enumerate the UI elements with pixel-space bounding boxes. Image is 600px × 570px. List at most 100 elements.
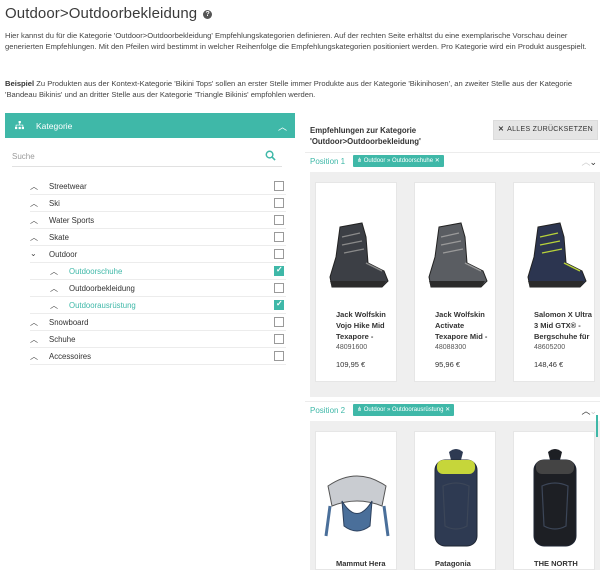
tree-item-checkbox[interactable] xyxy=(274,198,284,208)
scrollbar[interactable] xyxy=(596,415,598,437)
reset-label: ALLES ZURÜCKSETZEN xyxy=(507,126,594,133)
product-list: Jack Wolfskin Vojo Hike Mid Texapore - 48… xyxy=(310,172,600,397)
tree-item-label: Ski xyxy=(49,199,60,208)
sort-arrows[interactable]: ︿⌄ xyxy=(581,155,596,168)
chevron-up-icon[interactable]: ︿ xyxy=(30,215,38,226)
tree-item-label: Snowboard xyxy=(49,318,89,327)
product-card[interactable]: THE NORTH FACE xyxy=(513,431,595,570)
tree-item[interactable]: ︿ Snowboard xyxy=(30,314,286,331)
chevron-up-icon[interactable]: ︿ xyxy=(278,120,287,133)
product-card[interactable]: Mammut Hera Pro xyxy=(315,431,397,570)
tree-item-label: Outdoor xyxy=(49,250,78,259)
tree-item-label: Water Sports xyxy=(49,216,95,225)
chevron-up-icon[interactable]: ︿ xyxy=(50,266,58,277)
tree-item-label: Outdoorausrüstung xyxy=(69,301,136,310)
page-title: Outdoor>Outdoorbekleidung? xyxy=(5,5,213,22)
category-search[interactable]: Suche xyxy=(12,149,282,167)
sitemap-icon: ⋔ xyxy=(357,158,364,164)
position-bar: Position 2 ⋔ Outdoor » Outdoorausrüstung … xyxy=(305,401,600,419)
product-title: Mammut Hera Pro xyxy=(336,559,386,568)
chevron-up-icon[interactable]: ︿ xyxy=(50,300,58,311)
product-image[interactable] xyxy=(421,446,491,556)
product-image[interactable] xyxy=(520,197,590,307)
product-image[interactable] xyxy=(520,446,590,556)
chevron-up-icon[interactable]: ︿ xyxy=(30,181,38,192)
tree-item-checkbox[interactable] xyxy=(274,299,284,310)
tree-item[interactable]: ︿ Outdoorbekleidung xyxy=(30,280,286,297)
arrow-down-icon[interactable]: ⌄ xyxy=(589,157,596,167)
recommendations-title: Empfehlungen zur Kategorie 'Outdoor>Outd… xyxy=(310,126,421,146)
search-placeholder[interactable]: Suche xyxy=(12,152,35,161)
product-list: Mammut Hera Pro Patagonia Linked THE NORTH… xyxy=(310,421,600,570)
product-name: THE NORTH FACE xyxy=(534,558,594,570)
close-icon[interactable]: ✕ xyxy=(433,158,440,164)
position-label: Position 1 xyxy=(310,157,346,166)
chevron-up-icon[interactable]: ︿ xyxy=(30,232,38,243)
tree-item[interactable]: ︿ Schuhe xyxy=(30,331,286,348)
product-title: THE NORTH FACE xyxy=(534,559,578,568)
tree-item-label: Outdoorschuhe xyxy=(69,267,123,276)
reset-all-button[interactable]: ✕ ALLES ZURÜCKSETZEN xyxy=(493,120,598,140)
product-name: Jack Wolfskin Vojo Hike Mid Texapore - 48… xyxy=(336,309,396,353)
tree-item[interactable]: ︿ Water Sports xyxy=(30,212,286,229)
tree-item[interactable]: ︿ Outdoorschuhe xyxy=(30,263,286,280)
tree-item-checkbox[interactable] xyxy=(274,181,284,191)
product-price: 148,46 € xyxy=(534,360,564,369)
product-name: Jack Wolfskin Activate Texapore Mid - 480… xyxy=(435,309,495,353)
tree-item-checkbox[interactable] xyxy=(274,283,284,293)
search-icon[interactable] xyxy=(265,150,276,161)
product-sku: 48091600 xyxy=(336,344,368,351)
tree-item[interactable]: ︿ Accessoires xyxy=(30,348,286,365)
tree-item-checkbox[interactable] xyxy=(274,317,284,327)
product-card[interactable]: Salomon X Ultra 3 Mid GTX® - Bergschuhe … xyxy=(513,182,595,382)
category-panel-header[interactable]: Kategorie ︿ xyxy=(5,113,295,138)
product-name: Salomon X Ultra 3 Mid GTX® - Bergschuhe … xyxy=(534,309,594,353)
position-bar: Position 1 ⋔ Outdoor » Outdoorschuhe ✕ ︿⌄ xyxy=(305,152,600,170)
product-card[interactable]: Jack Wolfskin Vojo Hike Mid Texapore - 48… xyxy=(315,182,397,382)
tree-item-checkbox[interactable] xyxy=(274,334,284,344)
chevron-up-icon[interactable]: ︿ xyxy=(30,198,38,209)
tree-item-checkbox[interactable] xyxy=(274,351,284,361)
chevron-up-icon[interactable]: ︿ xyxy=(50,283,58,294)
product-image[interactable] xyxy=(322,446,392,556)
sitemap-icon xyxy=(15,121,24,130)
product-sku: 48088300 xyxy=(435,344,467,351)
product-title: Salomon X Ultra 3 Mid GTX® - Bergschuhe … xyxy=(534,310,592,341)
product-card[interactable]: Jack Wolfskin Activate Texapore Mid - 480… xyxy=(414,182,496,382)
tree-item-checkbox[interactable] xyxy=(274,265,284,276)
product-image[interactable] xyxy=(421,197,491,307)
sort-arrows[interactable]: ︿⌄ xyxy=(581,404,596,417)
tree-item[interactable]: ︿ Outdoorausrüstung xyxy=(30,297,286,314)
tree-item-checkbox[interactable] xyxy=(274,249,284,259)
product-card[interactable]: Patagonia Linked xyxy=(414,431,496,570)
chevron-up-icon[interactable]: ︿ xyxy=(30,334,38,345)
tree-item-checkbox[interactable] xyxy=(274,215,284,225)
tree-item-label: Skate xyxy=(49,233,69,242)
close-icon: ✕ xyxy=(497,126,505,133)
tree-item-checkbox[interactable] xyxy=(274,232,284,242)
product-title: Patagonia Linked xyxy=(435,559,471,568)
example-text: Beispiel Zu Produkten aus der Kontext-Ka… xyxy=(5,78,595,100)
category-tag[interactable]: ⋔ Outdoor » Outdoorausrüstung ✕ xyxy=(353,404,455,416)
tree-item[interactable]: ︿ Streetwear xyxy=(30,178,286,195)
tree-item-label: Outdoorbekleidung xyxy=(69,284,135,293)
product-price: 109,95 € xyxy=(336,360,366,369)
chevron-down-icon[interactable]: ⌄ xyxy=(30,249,37,258)
intro-text: Hier kannst du für die Kategorie 'Outdoo… xyxy=(5,31,587,51)
tree-item[interactable]: ⌄ Outdoor xyxy=(30,246,286,263)
close-icon[interactable]: ✕ xyxy=(443,407,450,413)
tree-item[interactable]: ︿ Ski xyxy=(30,195,286,212)
chevron-up-icon[interactable]: ︿ xyxy=(30,317,38,328)
product-name: Patagonia Linked xyxy=(435,558,495,570)
category-header-label: Kategorie xyxy=(36,121,73,131)
tree-item-label: Accessoires xyxy=(49,352,92,361)
category-tag[interactable]: ⋔ Outdoor » Outdoorschuhe ✕ xyxy=(353,155,444,167)
position-label: Position 2 xyxy=(310,406,346,415)
example-body: Zu Produkten aus der Kontext-Kategorie '… xyxy=(5,79,573,99)
tree-item[interactable]: ︿ Skate xyxy=(30,229,286,246)
chevron-up-icon[interactable]: ︿ xyxy=(30,351,38,362)
help-icon[interactable]: ? xyxy=(203,10,213,19)
category-tree: ︿ Streetwear ︿ Ski ︿ Water Sports ︿ Skate ⌄ Outdo… xyxy=(30,178,286,365)
product-price: 95,96 € xyxy=(435,360,461,369)
product-image[interactable] xyxy=(322,197,392,307)
